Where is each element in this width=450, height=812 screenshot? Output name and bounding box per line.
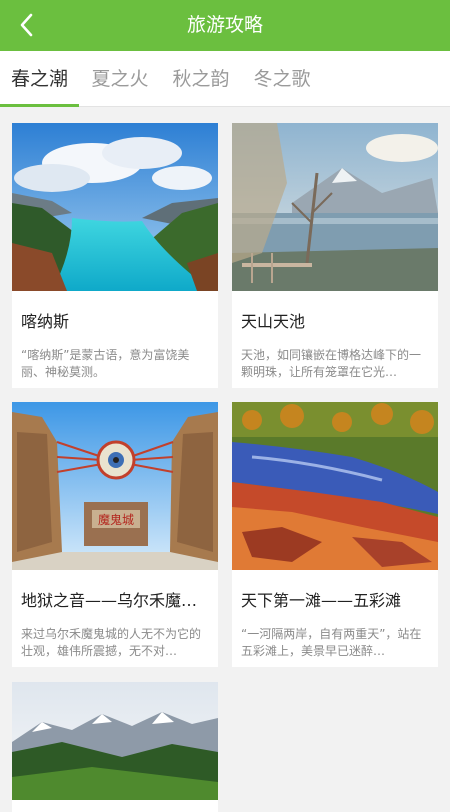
tianchi-lake-image: [232, 123, 438, 291]
ghost-city-gate-image: 魔鬼城: [12, 402, 218, 570]
card-description: “喀纳斯”是蒙古语，意为富饶美丽、神秘莫测。: [21, 348, 190, 379]
gate-sign-text: 魔鬼城: [98, 512, 134, 527]
guide-card-tianchi[interactable]: 天山天池 天池，如同镶嵌在博格达峰下的一颗明珠，让所有笼罩在它光…: [232, 123, 438, 388]
card-title: 喀纳斯: [21, 312, 70, 331]
page-title: 旅游攻略: [186, 14, 263, 36]
card-title: 地狱之音——乌尔禾魔…: [21, 591, 198, 610]
tab-summer[interactable]: 夏之火: [82, 51, 158, 107]
card-description: “一河隔两岸，自有两重天”，站在五彩滩上，美景早已迷醉…: [241, 627, 422, 658]
card-title: 天下第一滩——五彩滩: [241, 591, 402, 610]
tab-spring[interactable]: 春之潮: [0, 51, 79, 107]
card-title: 天山天池: [241, 312, 306, 331]
season-tabs: 春之潮 夏之火 秋之韵 冬之歌: [0, 51, 450, 107]
guide-card-ghost-city[interactable]: 魔鬼城 地狱之音——乌尔禾魔… 来过乌尔禾魔鬼城的人无不为它的壮观，雄伟所震撼，…: [12, 402, 218, 667]
tab-autumn[interactable]: 秋之韵: [163, 51, 239, 107]
guide-card-wucaitan[interactable]: 天下第一滩——五彩滩 “一河隔两岸，自有两重天”，站在五彩滩上，美景早已迷醉…: [232, 402, 438, 667]
guide-card-mountains[interactable]: [12, 682, 218, 812]
mountain-meadow-image: [12, 682, 218, 800]
kanas-lake-image: [12, 123, 218, 291]
wucaitan-image: [232, 402, 438, 570]
top-bar: 旅游攻略: [0, 0, 450, 51]
tab-winter[interactable]: 冬之歌: [244, 51, 320, 107]
tab-indicator: [0, 104, 79, 107]
card-description: 来过乌尔禾魔鬼城的人无不为它的壮观，雄伟所震撼，无不对…: [21, 627, 202, 658]
card-description: 天池，如同镶嵌在博格达峰下的一颗明珠，让所有笼罩在它光…: [241, 348, 422, 379]
guide-card-kanas[interactable]: 喀纳斯 “喀纳斯”是蒙古语，意为富饶美丽、神秘莫测。: [12, 123, 218, 388]
